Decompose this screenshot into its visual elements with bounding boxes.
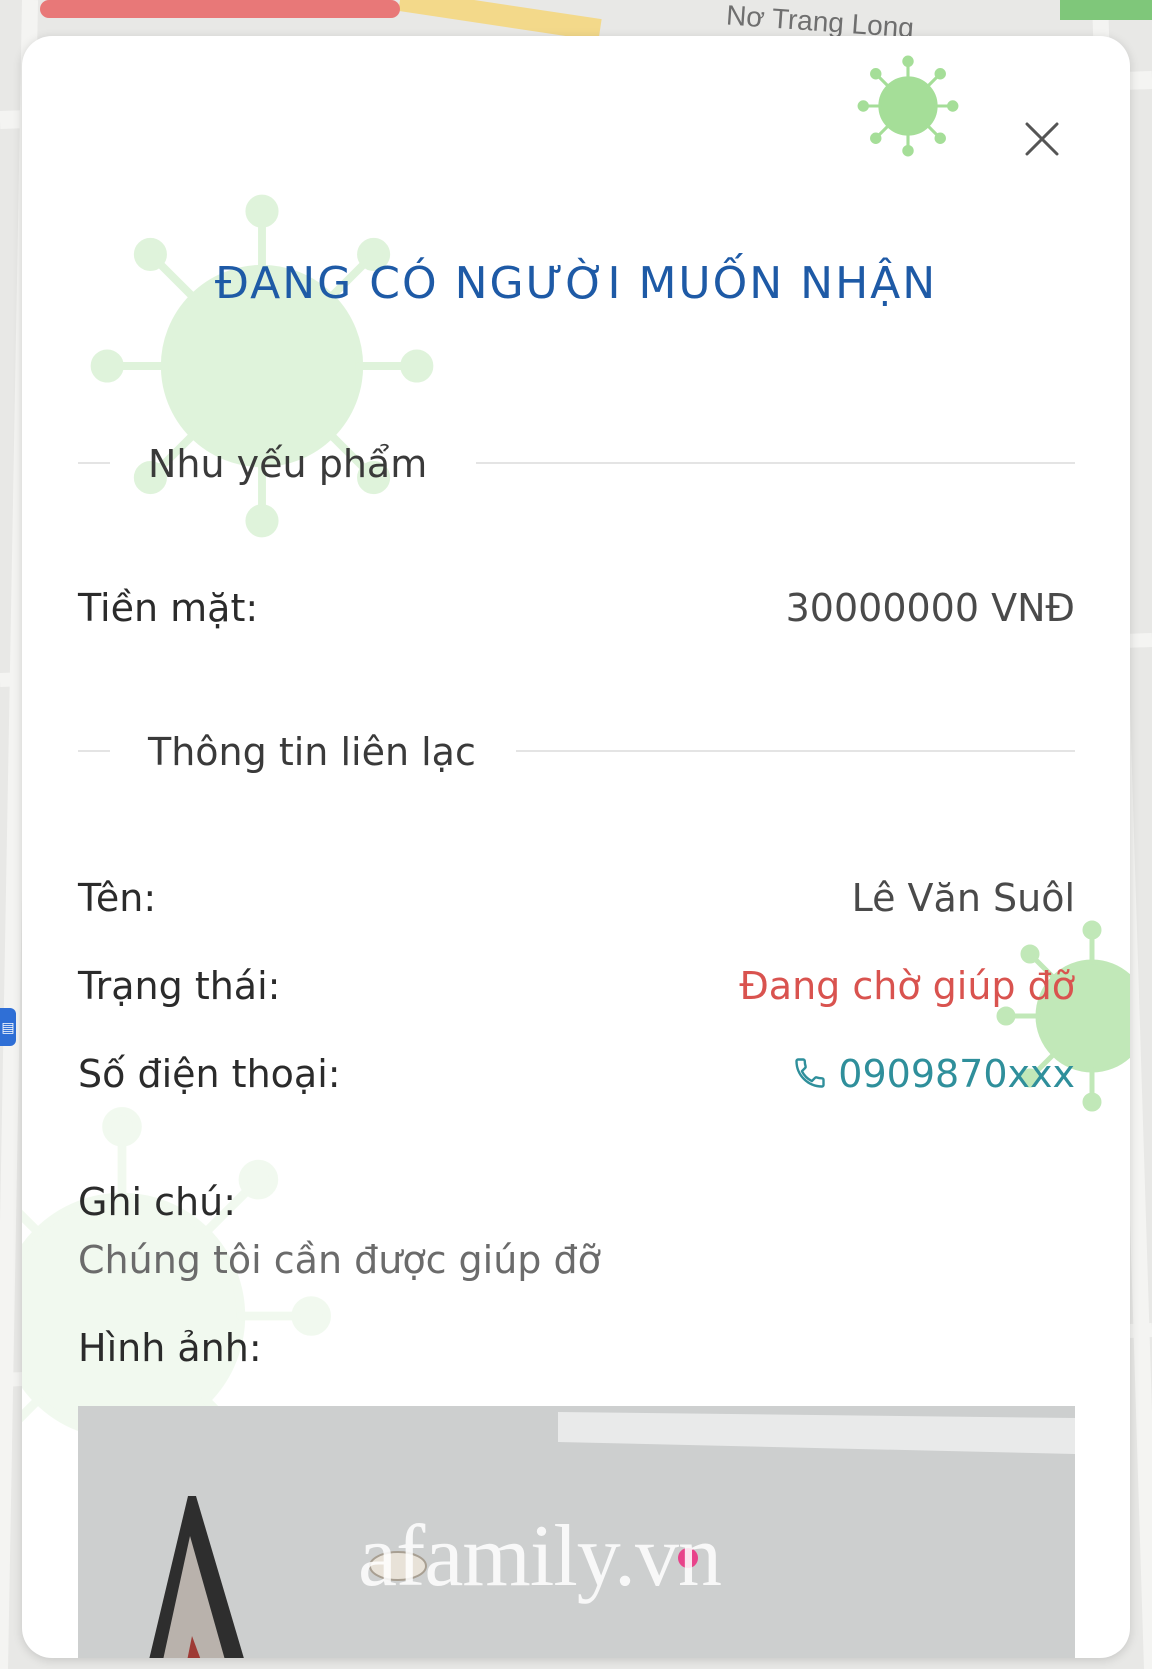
section-divider-supplies: Nhu yếu phẩm <box>78 442 1075 486</box>
bus-stop-icon[interactable]: ▤ <box>0 1008 16 1046</box>
divider-line <box>78 462 110 464</box>
divider-line <box>78 750 110 752</box>
divider-line <box>516 750 1075 752</box>
virus-decoration-icon <box>857 55 959 157</box>
cash-label: Tiền mặt: <box>78 586 259 630</box>
virus-decoration-icon <box>90 194 434 538</box>
photo-watermark: afamily.vn <box>358 1508 722 1605</box>
attached-photo[interactable]: afamily.vn <box>78 1406 1075 1658</box>
note-value: Chúng tôi cần được giúp đỡ <box>78 1238 601 1282</box>
phone-label: Số điện thoại: <box>78 1052 341 1096</box>
phone-icon <box>795 1058 825 1088</box>
name-label: Tên: <box>78 876 157 920</box>
image-label: Hình ảnh: <box>78 1326 262 1370</box>
section-divider-contact: Thông tin liên lạc <box>78 730 1075 774</box>
divider-line <box>476 462 1075 464</box>
close-icon <box>1025 122 1059 156</box>
name-value: Lê Văn Suôl <box>851 876 1075 920</box>
name-row: Tên: Lê Văn Suôl <box>78 876 1075 922</box>
phone-row: Số điện thoại: 0909870xxx <box>78 1052 1075 1098</box>
status-row: Trạng thái: Đang chờ giúp đỡ <box>78 964 1075 1010</box>
section-label-contact: Thông tin liên lạc <box>148 730 476 774</box>
status-value: Đang chờ giúp đỡ <box>739 964 1075 1008</box>
cash-value: 30000000 VNĐ <box>785 586 1075 630</box>
help-request-modal: ĐANG CÓ NGƯỜI MUỐN NHẬN Nhu yếu phẩm Tiề… <box>22 36 1130 1658</box>
phone-value: 0909870xxx <box>838 1052 1075 1096</box>
note-label: Ghi chú: <box>78 1180 237 1224</box>
cash-row: Tiền mặt: 30000000 VNĐ <box>78 586 1075 632</box>
section-label-supplies: Nhu yếu phẩm <box>148 442 428 486</box>
close-button[interactable] <box>1017 114 1067 164</box>
phone-link[interactable]: 0909870xxx <box>792 1052 1075 1096</box>
modal-title: ĐANG CÓ NGƯỜI MUỐN NHẬN <box>214 258 938 309</box>
status-label: Trạng thái: <box>78 964 281 1008</box>
